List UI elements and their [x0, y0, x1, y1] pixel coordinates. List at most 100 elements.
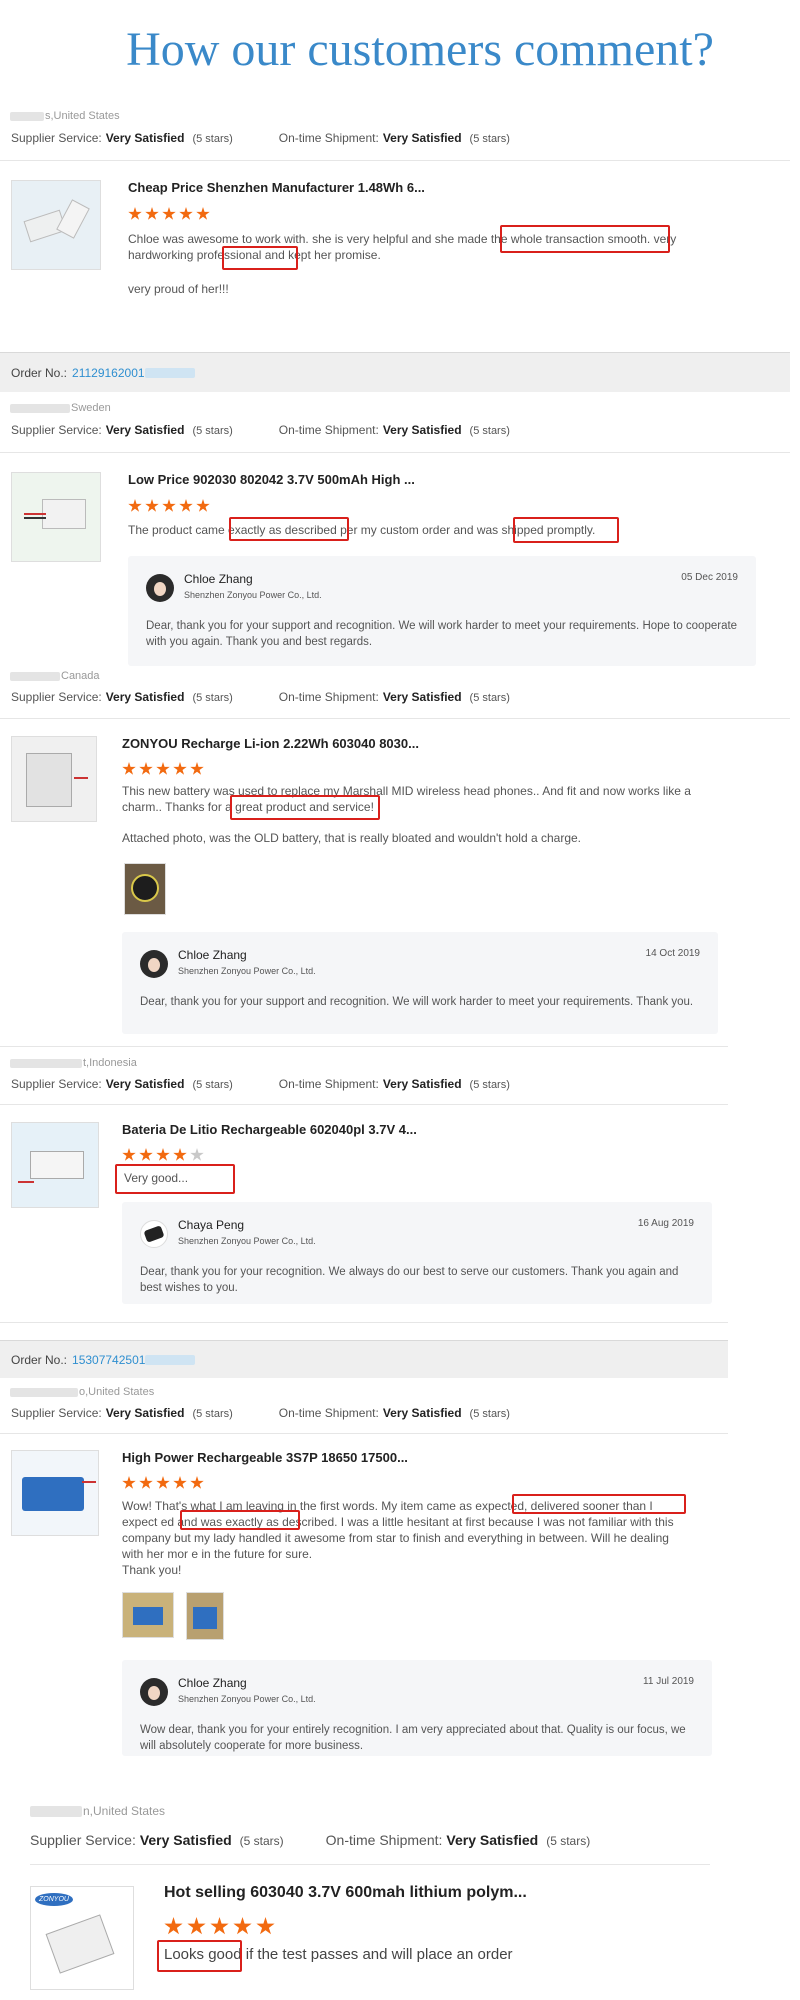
reviewer-country: t,Indonesia: [10, 1057, 137, 1069]
reply-date: 14 Oct 2019: [645, 948, 700, 959]
review-text-2: very proud of her!!!: [128, 282, 229, 296]
reply-message: Wow dear, thank you for your entirely re…: [140, 1724, 686, 1752]
reply-name: Chloe Zhang: [184, 572, 253, 586]
blurred-name: [10, 111, 44, 121]
star-rating: [122, 1148, 204, 1162]
divider: [0, 1433, 728, 1434]
star-filled-icon: [145, 499, 159, 512]
product-thumbnail[interactable]: ZONYOU: [30, 1886, 134, 1990]
highlight-box: [115, 1164, 235, 1194]
divider: [0, 452, 790, 453]
product-thumbnail[interactable]: [11, 1450, 99, 1536]
reply-company: Shenzhen Zonyou Power Co., Ltd.: [178, 1694, 316, 1704]
star-filled-icon: [156, 762, 170, 775]
star-filled-icon: [173, 762, 187, 775]
star-filled-icon: [196, 207, 210, 220]
reply-message: Dear, thank you for your recognition. We…: [140, 1266, 679, 1294]
reply-date: 05 Dec 2019: [681, 572, 738, 583]
blurred-name: [10, 1058, 82, 1068]
product-title[interactable]: Low Price 902030 802042 3.7V 500mAh High…: [128, 472, 415, 487]
product-title[interactable]: High Power Rechargeable 3S7P 18650 17500…: [122, 1450, 408, 1465]
avatar: [146, 574, 174, 602]
brand-logo: ZONYOU: [35, 1893, 73, 1906]
star-filled-icon: [164, 1917, 183, 1935]
supplier-reply: Chloe Zhang Shenzhen Zonyou Power Co., L…: [122, 1660, 712, 1756]
reply-date: 11 Jul 2019: [643, 1676, 694, 1687]
reply-company: Shenzhen Zonyou Power Co., Ltd.: [184, 590, 322, 600]
ratings-row: Supplier Service: Very Satisfied (5 stars)…: [11, 1406, 510, 1420]
ratings-row: Supplier Service: Very Satisfied (5 stars)…: [11, 1077, 510, 1091]
highlight-box: [222, 246, 298, 270]
highlight-box: [230, 795, 380, 820]
review-photo[interactable]: [124, 863, 166, 915]
star-filled-icon: [196, 499, 210, 512]
review-text: This new battery was used to replace my …: [122, 784, 691, 814]
blurred-name: [10, 1387, 78, 1397]
supplier-reply: Chloe Zhang Shenzhen Zonyou Power Co., L…: [128, 556, 756, 666]
highlight-box: [157, 1940, 242, 1972]
reply-message: Dear, thank you for your support and rec…: [140, 996, 694, 1008]
avatar: [140, 1678, 168, 1706]
reply-company: Shenzhen Zonyou Power Co., Ltd.: [178, 966, 316, 976]
star-filled-icon: [162, 499, 176, 512]
blurred-name: [10, 671, 60, 681]
product-thumbnail[interactable]: [11, 180, 101, 270]
reply-name: Chaya Peng: [178, 1218, 245, 1232]
star-filled-icon: [122, 762, 136, 775]
review-photo[interactable]: [122, 1592, 174, 1638]
reviewer-country: s,United States: [10, 110, 120, 122]
highlight-box: [513, 517, 619, 543]
ratings-row: Supplier Service: Very Satisfied (5 stars)…: [30, 1832, 591, 1848]
star-filled-icon: [162, 207, 176, 220]
star-filled-icon: [173, 1476, 187, 1489]
highlight-box: [229, 517, 349, 541]
order-number[interactable]: 15307742501: [72, 1353, 145, 1367]
star-filled-icon: [139, 1148, 153, 1161]
star-filled-icon: [179, 499, 193, 512]
reply-company: Shenzhen Zonyou Power Co., Ltd.: [178, 1236, 316, 1246]
review-text-2: Attached photo, was the OLD battery, tha…: [122, 831, 582, 845]
supplier-reply: Chloe Zhang Shenzhen Zonyou Power Co., L…: [122, 932, 718, 1034]
product-title[interactable]: Cheap Price Shenzhen Manufacturer 1.48Wh…: [128, 180, 425, 195]
star-empty-icon: [190, 1148, 204, 1161]
page-title: How our customers comment?: [126, 23, 714, 76]
star-filled-icon: [190, 762, 204, 775]
star-filled-icon: [156, 1148, 170, 1161]
star-filled-icon: [128, 499, 142, 512]
ratings-row: Supplier Service: Very Satisfied (5 stars)…: [11, 690, 510, 704]
reviewer-country: Sweden: [10, 402, 111, 414]
product-thumbnail[interactable]: [11, 472, 101, 562]
review-photo[interactable]: [186, 1592, 224, 1640]
star-rating: [128, 499, 210, 513]
reply-message: Dear, thank you for your support and rec…: [146, 620, 738, 648]
reply-name: Chloe Zhang: [178, 948, 247, 962]
highlight-box: [512, 1494, 686, 1514]
star-filled-icon: [187, 1917, 206, 1935]
highlight-box: [180, 1510, 300, 1530]
product-title[interactable]: Bateria De Litio Rechargeable 602040pl 3…: [122, 1122, 417, 1137]
highlight-box: [500, 225, 670, 253]
star-rating: [122, 762, 204, 776]
avatar: [140, 950, 168, 978]
blurred-name: [10, 403, 70, 413]
star-filled-icon: [122, 1148, 136, 1161]
reviewer-country: n,United States: [30, 1804, 165, 1818]
divider: [0, 1046, 728, 1047]
reply-name: Chloe Zhang: [178, 1676, 247, 1690]
divider: [0, 1322, 728, 1323]
supplier-reply: Chaya Peng Shenzhen Zonyou Power Co., Lt…: [122, 1202, 712, 1304]
product-title[interactable]: ZONYOU Recharge Li-ion 2.22Wh 603040 803…: [122, 736, 419, 751]
order-number[interactable]: 21129162001: [72, 366, 145, 380]
star-filled-icon: [190, 1476, 204, 1489]
star-rating: [164, 1917, 275, 1936]
divider: [0, 718, 790, 719]
divider: [0, 1104, 728, 1105]
star-filled-icon: [179, 207, 193, 220]
reviewer-country: Canada: [10, 670, 100, 682]
product-thumbnail[interactable]: [11, 1122, 99, 1208]
ratings-row: Supplier Service: Very Satisfied (5 stars)…: [11, 423, 510, 437]
product-title[interactable]: Hot selling 603040 3.7V 600mah lithium p…: [164, 1884, 527, 1902]
avatar: [140, 1220, 168, 1248]
product-thumbnail[interactable]: [11, 736, 97, 822]
star-rating: [122, 1476, 204, 1490]
